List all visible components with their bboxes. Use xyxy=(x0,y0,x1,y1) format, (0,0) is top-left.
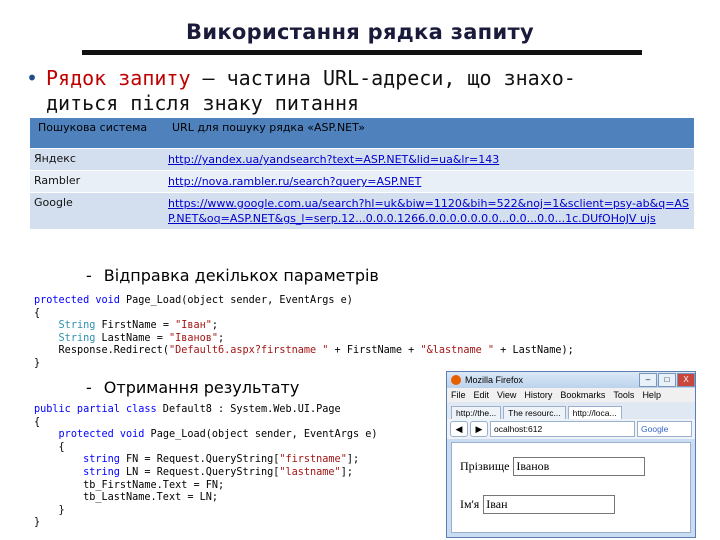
table-row: Яндекс http://yandex.ua/yandsearch?text=… xyxy=(30,148,694,171)
engine-cell: Rambler xyxy=(30,170,164,193)
section-label: Відправка декількох параметрів xyxy=(103,266,379,285)
firefox-logo-icon xyxy=(451,375,461,385)
search-urls-table: Пошукова система URL для пошуку рядка «A… xyxy=(30,118,694,230)
menu-help[interactable]: Help xyxy=(642,390,661,400)
url-link[interactable]: https://www.google.com.ua/search?hl=uk&b… xyxy=(164,192,694,230)
menu-edit[interactable]: Edit xyxy=(474,390,490,400)
firstname-label: Ім'я xyxy=(460,497,480,511)
menu-tools[interactable]: Tools xyxy=(613,390,634,400)
window-controls: – □ X xyxy=(638,373,695,387)
search-box[interactable]: Google xyxy=(637,421,692,437)
header-url: URL для пошуку рядка «ASP.NET» xyxy=(164,118,694,149)
bullet-point: • Рядок запиту – частина URL-адреси, що … xyxy=(26,66,686,116)
table-row: Google https://www.google.com.ua/search?… xyxy=(30,192,694,230)
section-heading-send: - Відправка декількох параметрів xyxy=(86,266,379,285)
address-bar[interactable]: ocalhost:612 xyxy=(490,421,635,437)
url-link[interactable]: http://yandex.ua/yandsearch?text=ASP.NET… xyxy=(164,148,694,171)
browser-menubar: File Edit View History Bookmarks Tools H… xyxy=(447,388,695,402)
firstname-textbox[interactable]: Іван xyxy=(483,495,616,514)
close-button[interactable]: X xyxy=(677,373,695,387)
minimize-button[interactable]: – xyxy=(639,373,657,387)
menu-history[interactable]: History xyxy=(524,390,552,400)
forward-arrow-icon[interactable]: ▶ xyxy=(470,421,488,437)
form-row-firstname: Ім'я Іван xyxy=(460,495,616,514)
section-label: Отримання результату xyxy=(103,378,300,397)
table-row: Rambler http://nova.rambler.ru/search?qu… xyxy=(30,170,694,193)
lastname-textbox[interactable]: Іванов xyxy=(513,457,646,476)
section-heading-receive: - Отримання результату xyxy=(86,378,300,397)
code-block-send: protected void Page_Load(object sender, … xyxy=(34,295,574,369)
back-arrow-icon[interactable]: ◀ xyxy=(450,421,468,437)
slide-title: Використання рядка запиту xyxy=(186,20,534,44)
table-header-row: Пошукова система URL для пошуку рядка «A… xyxy=(30,118,694,149)
menu-file[interactable]: File xyxy=(451,390,466,400)
code-block-receive: public partial class Default8 : System.W… xyxy=(34,404,378,529)
bullet-dot-icon: • xyxy=(26,66,39,90)
firefox-window: Mozilla Firefox – □ X File Edit View His… xyxy=(446,371,696,538)
bullet-text-line2: диться після знаку питання xyxy=(46,91,360,115)
maximize-button[interactable]: □ xyxy=(658,373,676,387)
lastname-label: Прізвище xyxy=(460,459,510,473)
header-engine: Пошукова система xyxy=(30,118,164,149)
engine-cell: Google xyxy=(30,192,164,230)
form-row-lastname: Прізвище Іванов xyxy=(460,457,646,476)
navigation-bar: ◀ ▶ ocalhost:612 Google xyxy=(447,419,695,439)
browser-titlebar: Mozilla Firefox – □ X xyxy=(447,372,695,388)
title-underline xyxy=(82,50,642,55)
tab-2[interactable]: The resourc... xyxy=(503,406,566,419)
menu-bookmarks[interactable]: Bookmarks xyxy=(560,390,605,400)
menu-view[interactable]: View xyxy=(497,390,516,400)
bullet-text-line1: – частина URL-адреси, що знахо- xyxy=(190,66,576,90)
browser-title: Mozilla Firefox xyxy=(465,375,524,385)
tab-3[interactable]: http://loca... xyxy=(567,406,622,419)
tab-1[interactable]: http://the... xyxy=(451,406,502,419)
engine-cell: Яндекс xyxy=(30,148,164,171)
browser-page-content: Прізвище Іванов Ім'я Іван xyxy=(451,442,691,533)
browser-tabs: http://the... The resourc... http://loca… xyxy=(447,402,695,419)
url-link[interactable]: http://nova.rambler.ru/search?query=ASP.… xyxy=(164,170,694,193)
bullet-term: Рядок запиту xyxy=(46,66,191,90)
